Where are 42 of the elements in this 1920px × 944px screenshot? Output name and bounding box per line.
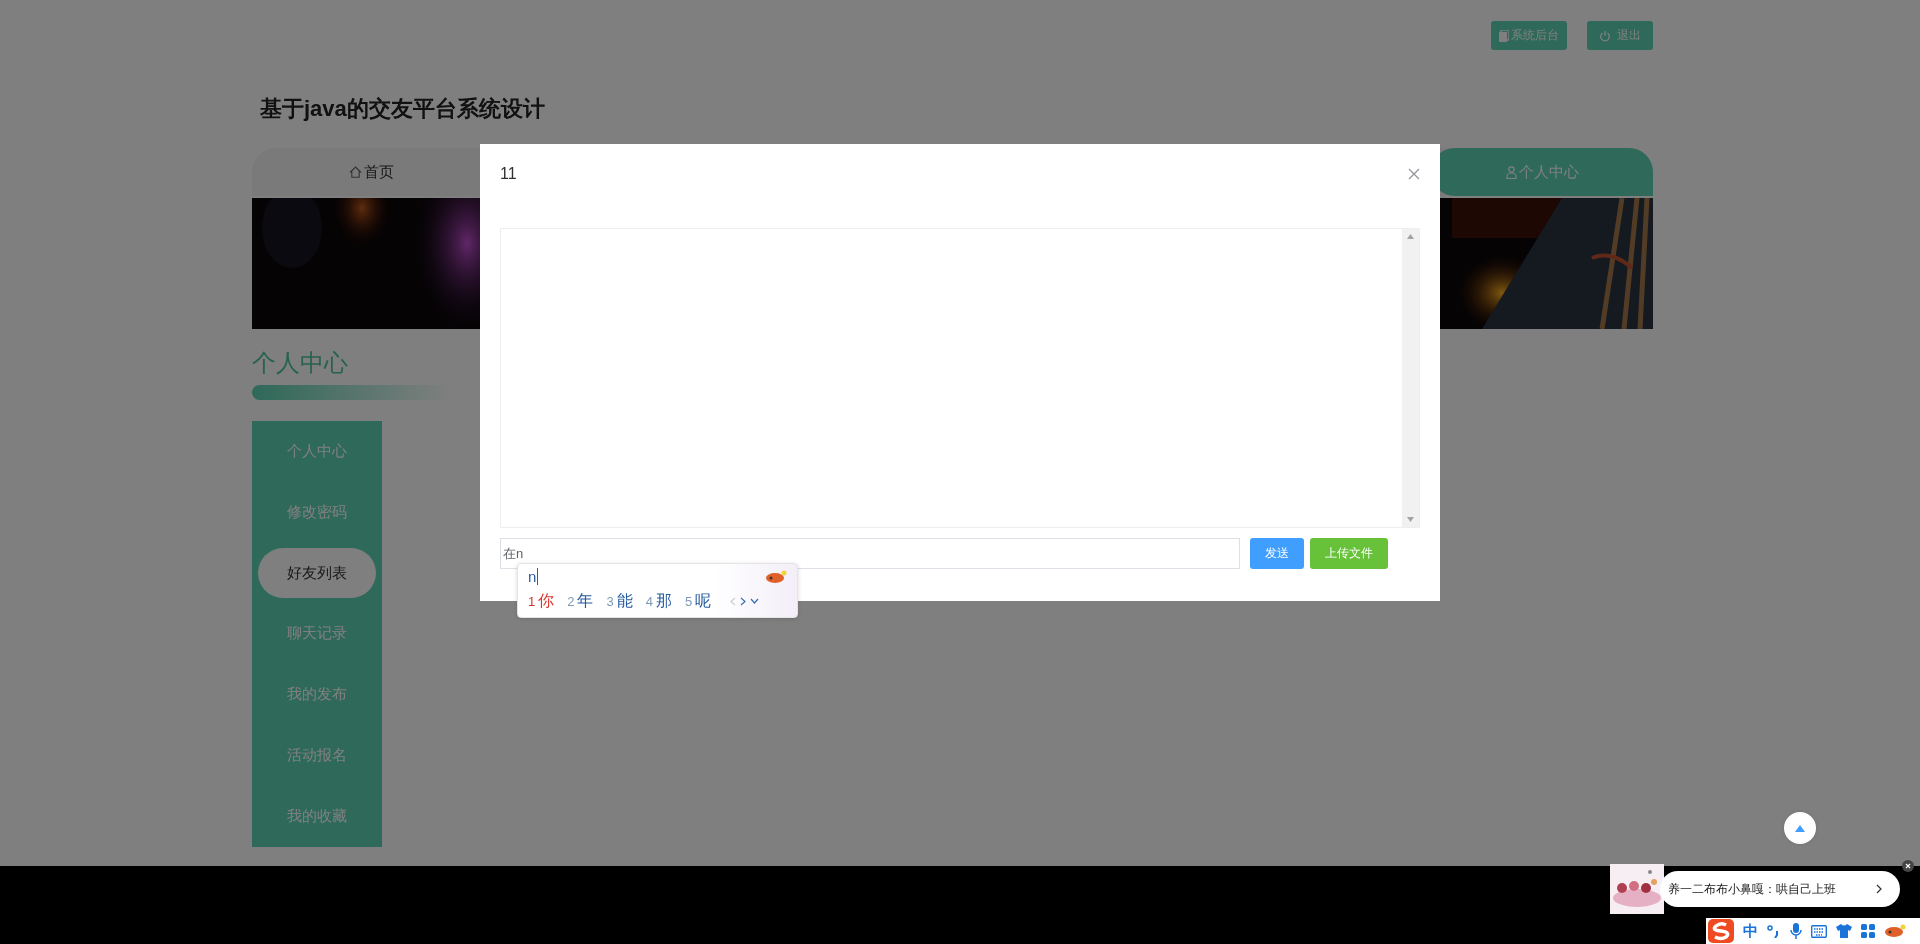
sidebar-item[interactable]: 好友列表 <box>258 548 376 599</box>
user-icon <box>1505 165 1517 179</box>
microphone-icon[interactable] <box>1790 923 1802 939</box>
composition-text: n <box>528 568 539 586</box>
section-title: 个人中心 <box>252 348 349 378</box>
send-button[interactable]: 发送 <box>1250 538 1304 569</box>
notification-banner[interactable]: 养一二布布小鼻嘎：哄自己上班 <box>1660 871 1900 907</box>
sidebar-item[interactable]: 个人中心 <box>258 426 376 477</box>
admin-button[interactable]: 系统后台 <box>1491 21 1567 50</box>
keyboard-icon[interactable] <box>1811 924 1827 938</box>
power-icon <box>1599 29 1611 42</box>
upload-button[interactable]: 上传文件 <box>1310 538 1388 569</box>
ime-logo-icon[interactable] <box>1708 919 1734 943</box>
back-to-top-button[interactable] <box>1784 812 1816 844</box>
dialog-title: 11 <box>500 165 517 183</box>
chevron-right-icon[interactable] <box>1876 884 1882 894</box>
sidebar-item[interactable]: 修改密码 <box>258 487 376 538</box>
mascot-icon <box>765 569 787 584</box>
notification-text: 养一二布布小鼻嘎：哄自己上班 <box>1668 880 1836 898</box>
document-icon <box>1499 29 1509 42</box>
close-icon[interactable] <box>1902 860 1914 872</box>
message-input[interactable]: 在n <box>500 538 1240 569</box>
grid-icon[interactable] <box>1861 924 1875 938</box>
chevron-down-icon[interactable] <box>750 598 760 605</box>
input-mode-toggle[interactable]: 中 <box>1743 921 1758 941</box>
sidebar-item[interactable]: 聊天记录 <box>258 608 376 659</box>
mascot-icon[interactable] <box>1884 924 1906 938</box>
candidate-item[interactable]: 1 你 <box>528 590 555 612</box>
candidate-item[interactable]: 2 年 <box>567 590 594 612</box>
candidate-item[interactable]: 4 那 <box>645 590 672 612</box>
logout-button[interactable]: 退出 <box>1587 21 1653 50</box>
site-title: 基于java的交友平台系统设计 <box>260 95 545 123</box>
candidate-item[interactable]: 3 能 <box>606 590 633 612</box>
sidebar-item[interactable]: 我的收藏 <box>258 791 376 842</box>
home-icon <box>348 166 362 178</box>
sidebar-item[interactable]: 活动报名 <box>258 730 376 781</box>
shirt-icon[interactable] <box>1836 924 1852 938</box>
punctuation-icon[interactable] <box>1767 924 1781 938</box>
candidate-item[interactable]: 5 呢 <box>684 590 712 612</box>
sidebar-item[interactable]: 我的发布 <box>258 669 376 720</box>
nav-tab[interactable]: 首页 <box>252 148 490 196</box>
caret-up-icon <box>1795 824 1805 832</box>
